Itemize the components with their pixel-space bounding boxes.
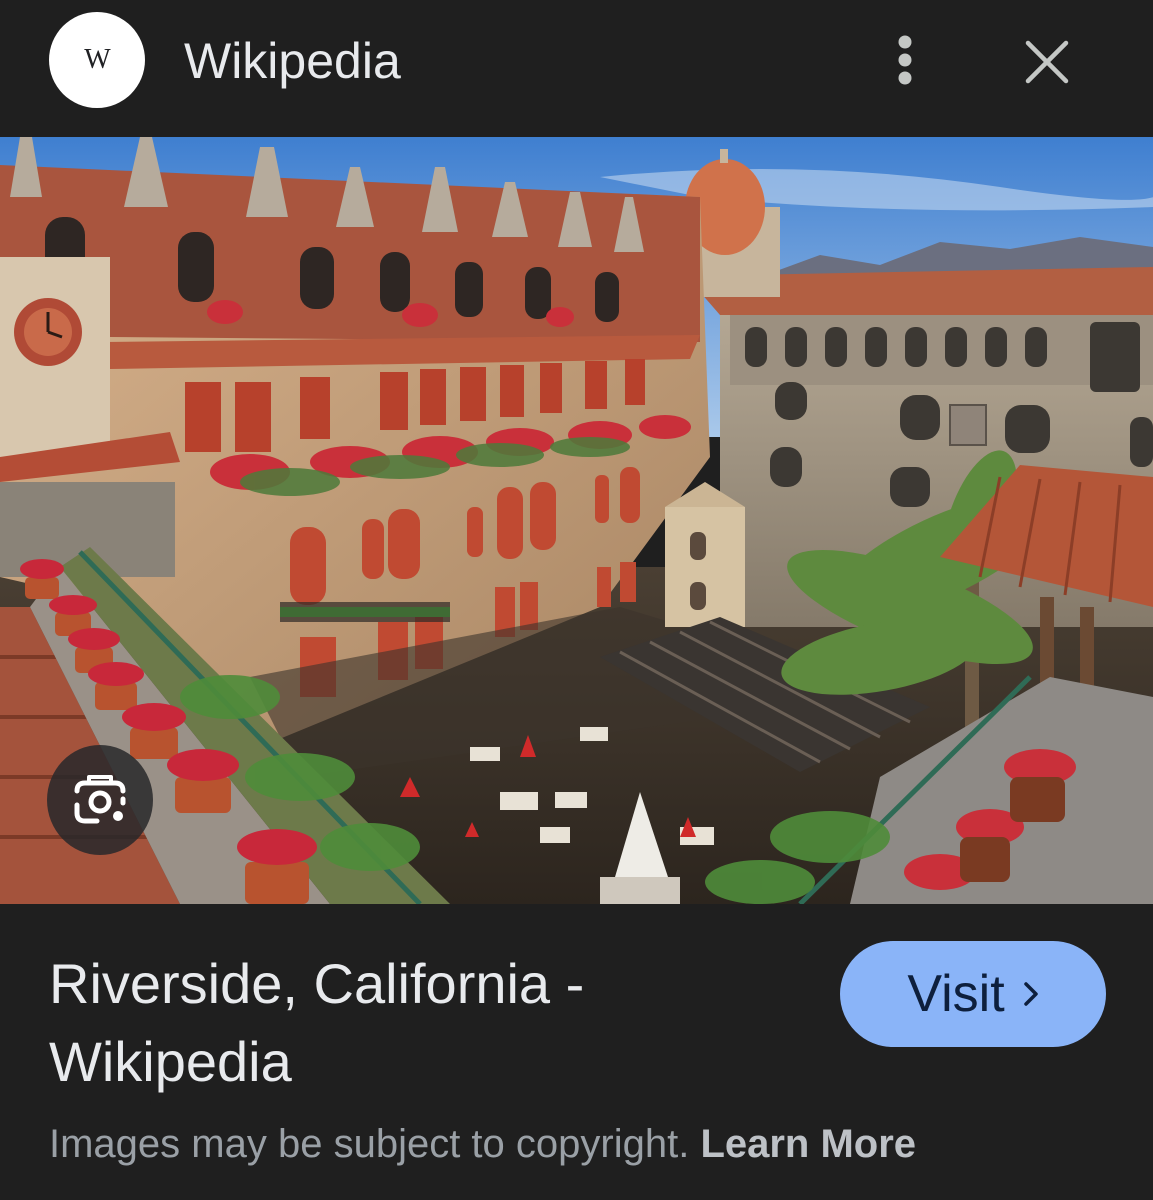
wikipedia-logo-icon: W: [49, 12, 145, 108]
result-image[interactable]: [0, 137, 1153, 904]
more-options-button[interactable]: [880, 30, 930, 90]
learn-more-link[interactable]: Learn More: [700, 1122, 916, 1166]
top-bar: W Wikipedia: [0, 0, 1153, 137]
logo-letter: W: [84, 44, 110, 75]
result-title[interactable]: Riverside, California - Wikipedia: [49, 945, 749, 1101]
site-name: Wikipedia: [184, 33, 401, 89]
close-button[interactable]: [1015, 30, 1079, 94]
copyright-text: Images may be subject to copyright.: [49, 1122, 690, 1166]
close-icon: [1025, 40, 1069, 84]
google-lens-button[interactable]: [47, 745, 153, 855]
more-vert-icon: [898, 35, 912, 85]
copyright-notice: Images may be subject to copyright. Lear…: [49, 1118, 916, 1170]
google-lens-icon: [74, 775, 126, 824]
courtyard-photo: [0, 137, 1153, 904]
chevron-right-icon: [1023, 981, 1039, 1007]
visit-button-label: Visit: [907, 965, 1005, 1023]
visit-button[interactable]: Visit: [840, 941, 1106, 1047]
